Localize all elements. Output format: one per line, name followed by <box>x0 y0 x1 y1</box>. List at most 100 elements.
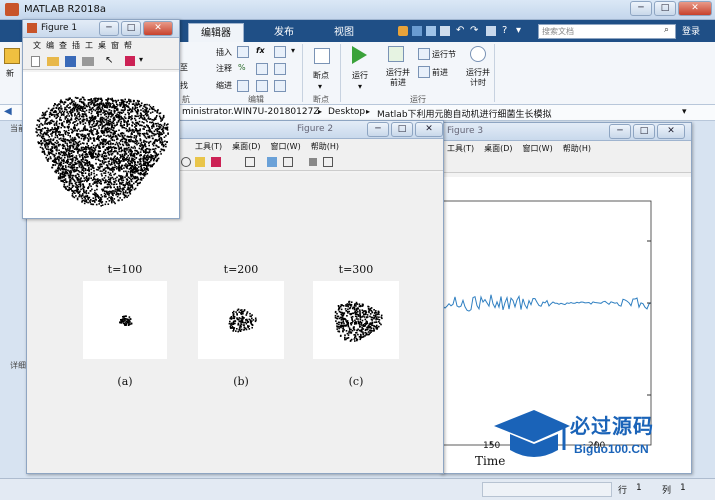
figure1-window[interactable]: Figure 1 ─ □ ✕ 文 编 查 插 工 桌 窗 帮 ↖ ▾ <box>22 19 180 219</box>
pointer-icon[interactable]: ↖ <box>105 55 113 66</box>
breakpoints-dropdown-icon[interactable]: ▾ <box>318 82 322 91</box>
run-and-time-icon[interactable] <box>470 46 486 62</box>
comment-button[interactable]: 注释 <box>216 63 232 74</box>
colony-image <box>198 281 284 359</box>
wrap-comments-icon[interactable] <box>274 63 286 75</box>
indent-button[interactable]: 缩进 <box>216 80 232 91</box>
figure1-menu-desktop[interactable]: 桌 <box>98 38 106 54</box>
back-arrow-icon[interactable]: ◀ <box>4 106 12 117</box>
new-file-icon[interactable] <box>4 48 20 64</box>
tab-publish[interactable]: 发布 <box>262 23 306 42</box>
quick-copy-icon[interactable] <box>426 26 436 36</box>
figure2-minimize-button[interactable]: ─ <box>367 122 389 137</box>
figure1-menu-insert[interactable]: 插 <box>72 38 80 54</box>
increase-indent-icon[interactable] <box>256 80 268 92</box>
run-button[interactable]: 运行 <box>352 70 368 81</box>
colorbar-icon[interactable] <box>267 157 277 167</box>
decrease-indent-icon[interactable] <box>274 80 286 92</box>
run-dropdown-icon[interactable]: ▾ <box>358 82 362 91</box>
comment-percent-icon[interactable]: % <box>238 63 246 72</box>
fx-button[interactable]: fx <box>256 46 265 55</box>
undo-icon[interactable]: ↶ <box>456 25 464 36</box>
run-icon[interactable] <box>352 46 367 64</box>
address-dropdown-icon[interactable]: ▾ <box>682 107 687 117</box>
hide-plot-tools-icon[interactable] <box>309 158 317 166</box>
run-section-button[interactable]: 运行节 <box>432 49 456 60</box>
figure1-maximize-button[interactable]: □ <box>121 21 141 36</box>
run-advance-button[interactable]: 运行并 前进 <box>386 68 410 88</box>
figure1-menu-edit[interactable]: 编 <box>46 38 54 54</box>
brush-icon[interactable] <box>211 157 221 167</box>
nav-group-label: 航 <box>182 95 190 104</box>
run-and-time-button[interactable]: 运行并 计时 <box>466 68 490 88</box>
insert-button[interactable]: 插入 <box>216 47 232 58</box>
figure3-menu-window[interactable]: 窗口(W) <box>523 141 553 157</box>
figure3-menu-help[interactable]: 帮助(H) <box>563 141 591 157</box>
figure2-close-button[interactable]: ✕ <box>415 122 443 137</box>
address-segment-folder[interactable]: Matlab下利用元胞自动机进行细菌生长模拟 <box>377 107 552 120</box>
address-segment-user[interactable]: ministrator.WIN7U-20180127Z <box>182 107 320 117</box>
tab-view[interactable]: 视图 <box>322 23 366 42</box>
figure1-menu-window[interactable]: 窗 <box>111 38 119 54</box>
insert-text-icon[interactable] <box>274 46 286 58</box>
open-file-icon[interactable] <box>47 57 59 66</box>
rotate-3d-icon[interactable] <box>181 157 191 167</box>
redo-icon[interactable]: ↷ <box>470 25 478 36</box>
tab-editor[interactable]: 编辑器 <box>188 23 244 42</box>
legend-icon[interactable] <box>283 157 293 167</box>
figure3-title: Figure 3 <box>447 126 484 136</box>
bacteria-colony <box>228 308 257 333</box>
print-icon[interactable] <box>82 57 94 66</box>
uncomment-icon[interactable] <box>256 63 268 75</box>
figure2-menu-tools[interactable]: 工具(T) <box>195 139 222 155</box>
figure1-menu-help[interactable]: 帮 <box>124 38 132 54</box>
breakpoints-button[interactable]: 断点 <box>313 70 329 81</box>
breadcrumb-separator-icon: ▸ <box>366 107 371 116</box>
brush-dropdown-icon[interactable]: ▾ <box>139 55 143 64</box>
search-documentation-input[interactable]: 搜索文档 <box>538 24 676 39</box>
graduation-cap-icon <box>494 410 570 457</box>
figure2-maximize-button[interactable]: □ <box>391 122 413 137</box>
insert-dropdown-icon[interactable]: ▾ <box>291 46 295 55</box>
figure2-menu-window[interactable]: 窗口(W) <box>271 139 301 155</box>
address-segment-desktop[interactable]: Desktop <box>328 107 365 117</box>
quick-save-icon[interactable] <box>398 26 408 36</box>
help-icon[interactable]: ? <box>502 25 507 36</box>
data-cursor-icon[interactable] <box>195 157 205 167</box>
figure2-menu-help[interactable]: 帮助(H) <box>311 139 339 155</box>
figure1-close-button[interactable]: ✕ <box>143 21 173 36</box>
search-icon[interactable]: ⌕ <box>664 25 669 35</box>
figure1-title-bar[interactable]: Figure 1 ─ □ ✕ <box>23 20 179 38</box>
figure1-menu-file[interactable]: 文 <box>33 38 41 54</box>
figure3-close-button[interactable]: ✕ <box>657 124 685 139</box>
figure3-minimize-button[interactable]: ─ <box>609 124 631 139</box>
chevron-down-icon[interactable]: ▾ <box>516 25 521 36</box>
figure1-menu-view[interactable]: 查 <box>59 38 67 54</box>
login-link[interactable]: 登录 <box>682 24 700 37</box>
maximize-button[interactable]: □ <box>654 1 676 16</box>
figure3-menu-tools[interactable]: 工具(T) <box>447 141 474 157</box>
advance-button[interactable]: 前进 <box>432 67 448 78</box>
run-section-icon[interactable] <box>418 48 430 60</box>
close-button[interactable]: ✕ <box>678 1 712 16</box>
minimize-button[interactable]: ─ <box>630 1 652 16</box>
breakpoints-icon[interactable] <box>314 48 330 64</box>
quick-cut-icon[interactable] <box>412 26 422 36</box>
link-plot-icon[interactable] <box>245 157 255 167</box>
switch-windows-icon[interactable] <box>486 26 496 36</box>
figure1-menu-tools[interactable]: 工 <box>85 38 93 54</box>
brush-icon[interactable] <box>125 56 135 66</box>
smart-indent-icon[interactable] <box>237 80 249 92</box>
new-figure-icon[interactable] <box>31 56 40 67</box>
show-plot-tools-icon[interactable] <box>323 157 333 167</box>
run-advance-icon[interactable] <box>388 46 404 62</box>
figure3-menu-desktop[interactable]: 桌面(D) <box>484 141 512 157</box>
figure1-minimize-button[interactable]: ─ <box>99 21 119 36</box>
figure3-maximize-button[interactable]: □ <box>633 124 655 139</box>
figure2-menu-desktop[interactable]: 桌面(D) <box>232 139 260 155</box>
advance-icon[interactable] <box>418 66 430 78</box>
insert-icon[interactable] <box>237 46 249 58</box>
quick-paste-icon[interactable] <box>440 26 450 36</box>
save-icon[interactable] <box>65 56 76 67</box>
figure3-title-bar[interactable]: Figure 3 ─ □ ✕ <box>441 123 691 141</box>
